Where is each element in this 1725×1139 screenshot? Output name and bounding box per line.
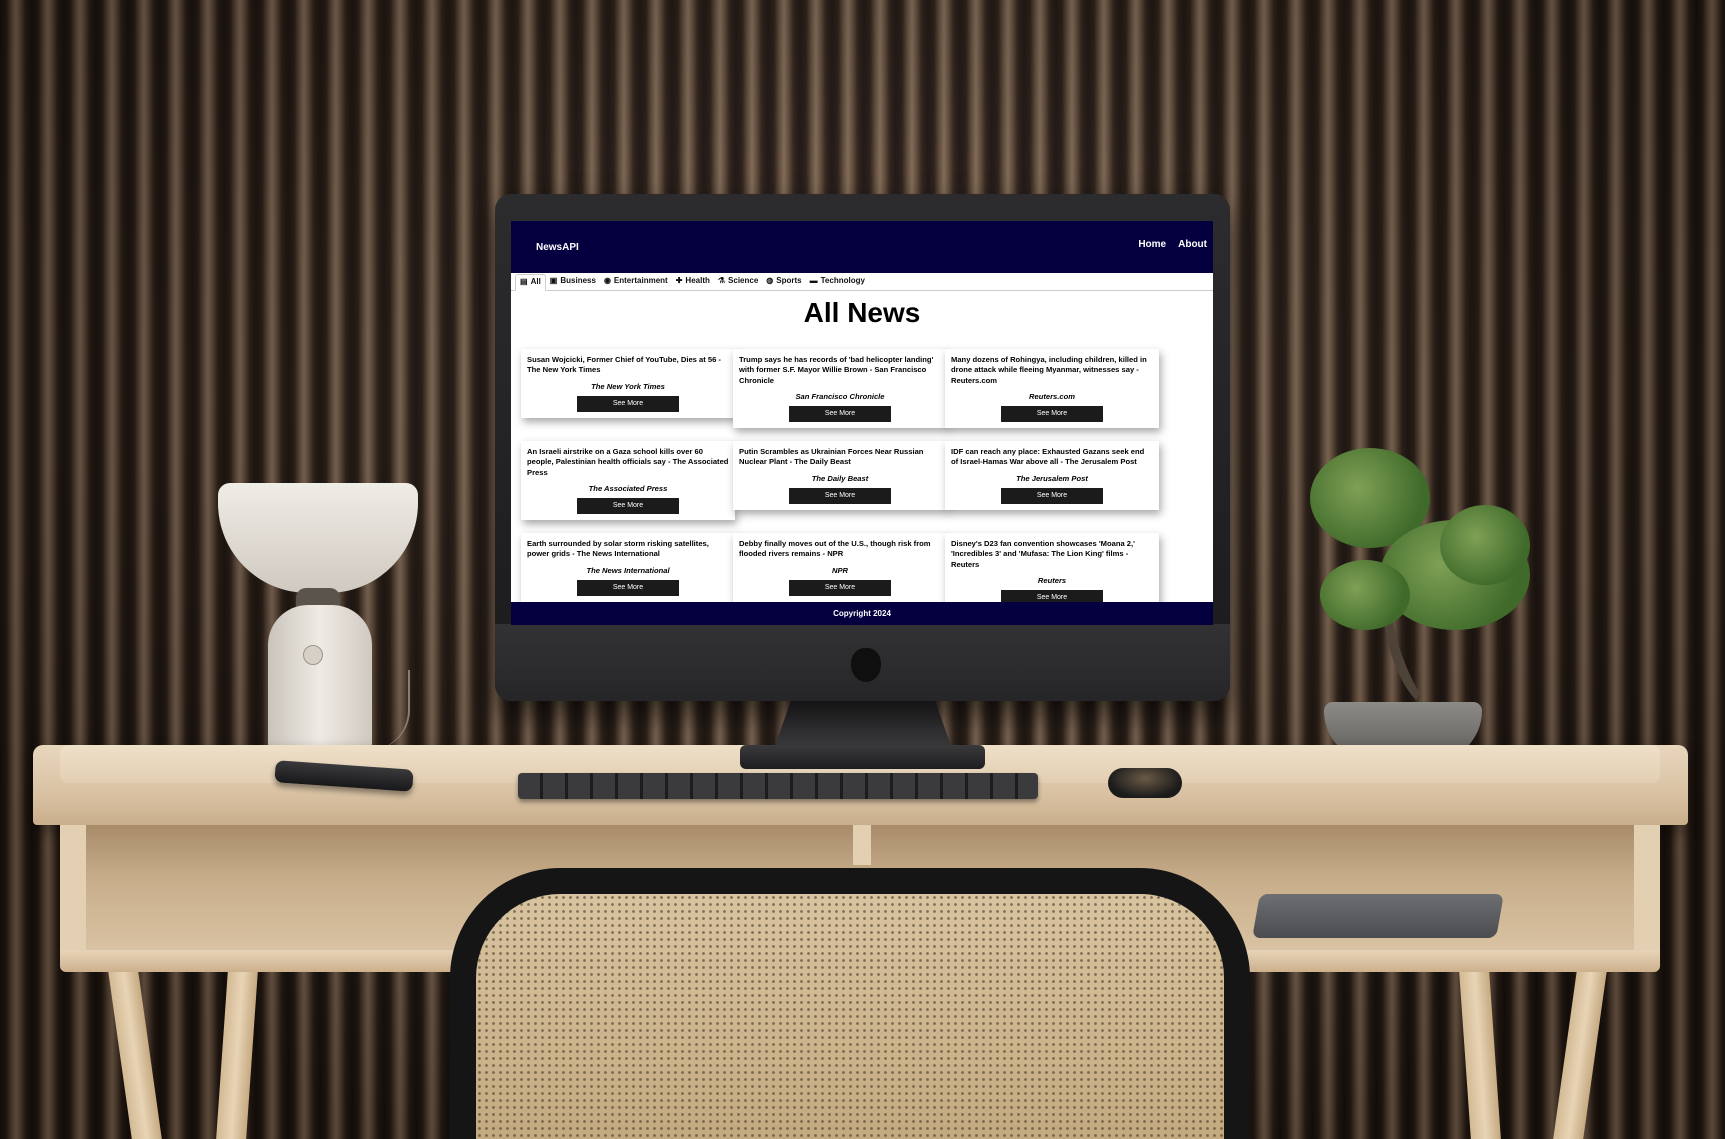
screen: NewsAPI Home About ▤ All ▣ Business ◉ Enterta…	[511, 221, 1213, 625]
tab-business[interactable]: ▣ Business	[546, 273, 600, 290]
news-card-title: IDF can reach any place: Exhausted Gazan…	[951, 447, 1145, 467]
bonsai-foliage	[1440, 505, 1530, 585]
see-more-button[interactable]: See More	[1001, 487, 1103, 504]
see-more-button[interactable]: See More	[789, 405, 891, 422]
tab-sports[interactable]: ◍ Sports	[762, 273, 805, 290]
news-card: Earth surrounded by solar storm risking …	[521, 533, 735, 602]
monitor-stand-base	[740, 745, 985, 769]
page-title: All News	[803, 297, 921, 328]
news-card-source: Reuters.com	[1028, 391, 1075, 401]
news-card-source: Reuters	[1037, 575, 1067, 585]
news-card: Disney's D23 fan convention showcases 'M…	[945, 533, 1159, 612]
news-card-title: Susan Wojcicki, Former Chief of YouTube,…	[527, 355, 721, 375]
tab-entertainment[interactable]: ◉ Entertainment	[600, 273, 672, 290]
news-card: Many dozens of Rohingya, including child…	[945, 349, 1159, 428]
brand-logo[interactable]: NewsAPI	[536, 242, 579, 253]
flask-icon: ⚗	[717, 276, 726, 285]
chair-back	[450, 868, 1250, 1139]
desk-divider	[853, 825, 871, 865]
tab-science[interactable]: ⚗ Science	[714, 273, 762, 290]
news-card-title: Debby finally moves out of the U.S., tho…	[739, 539, 931, 559]
ball-icon: ◍	[766, 276, 774, 285]
tab-label: Technology	[820, 276, 865, 285]
news-card: Susan Wojcicki, Former Chief of YouTube,…	[521, 349, 735, 418]
news-card: An Israeli airstrike on a Gaza school ki…	[521, 441, 735, 520]
see-more-button[interactable]: See More	[1001, 405, 1103, 422]
news-card-title: Earth surrounded by solar storm risking …	[527, 539, 709, 559]
see-more-button[interactable]: See More	[789, 579, 891, 596]
category-tabs: ▤ All ▣ Business ◉ Entertainment ✚ Health ⚗ Scien…	[511, 273, 1213, 291]
tab-label: Entertainment	[613, 276, 668, 285]
news-card-title: Putin Scrambles as Ukrainian Forces Near…	[739, 447, 924, 467]
tab-health[interactable]: ✚ Health	[672, 273, 714, 290]
tab-label: All	[530, 277, 541, 286]
tablet-device	[1252, 894, 1504, 938]
tab-technology[interactable]: ▬ Technology	[806, 273, 869, 290]
mouse	[1108, 768, 1182, 798]
see-more-button[interactable]: See More	[577, 395, 679, 412]
bonsai-foliage	[1320, 560, 1410, 630]
news-card-title: Disney's D23 fan convention showcases 'M…	[951, 539, 1135, 569]
nav-link-home[interactable]: Home	[1138, 239, 1166, 250]
footer: Copyright 2024	[511, 602, 1213, 625]
news-card: Trump says he has records of 'bad helico…	[733, 349, 947, 428]
monitor-icon: ▬	[809, 276, 818, 285]
tab-label: Business	[560, 276, 596, 285]
keyboard	[518, 773, 1038, 799]
tab-label: Health	[685, 276, 710, 285]
briefcase-icon: ▣	[549, 276, 558, 285]
apple-logo-icon	[851, 648, 881, 682]
news-card-source: San Francisco Chronicle	[795, 391, 885, 401]
news-card-source: The Associated Press	[588, 483, 668, 493]
news-card: IDF can reach any place: Exhausted Gazan…	[945, 441, 1159, 510]
news-card-title: Trump says he has records of 'bad helico…	[739, 355, 934, 385]
news-card-source: The News International	[586, 565, 670, 575]
news-card-source: NPR	[831, 565, 849, 575]
film-icon: ◉	[603, 276, 611, 285]
news-card-source: The Jerusalem Post	[1016, 473, 1088, 483]
navbar: NewsAPI Home About	[511, 221, 1213, 273]
tab-all[interactable]: ▤ All	[515, 274, 546, 291]
news-card: Putin Scrambles as Ukrainian Forces Near…	[733, 441, 947, 510]
newspaper-icon: ▤	[520, 277, 528, 286]
news-card-title: Many dozens of Rohingya, including child…	[951, 355, 1147, 385]
desk-lamp-knob	[303, 645, 323, 665]
nav-link-about[interactable]: About	[1178, 239, 1207, 250]
plus-icon: ✚	[675, 276, 683, 285]
see-more-button[interactable]: See More	[789, 487, 891, 504]
see-more-button[interactable]: See More	[577, 579, 679, 596]
desk-lamp-base	[268, 605, 372, 755]
news-card: Debby finally moves out of the U.S., tho…	[733, 533, 947, 602]
news-card-source: The New York Times	[591, 381, 665, 391]
tab-label: Sports	[776, 276, 802, 285]
news-card-source: The Daily Beast	[811, 473, 869, 483]
see-more-button[interactable]: See More	[577, 497, 679, 514]
news-card-title: An Israeli airstrike on a Gaza school ki…	[527, 447, 729, 477]
tab-label: Science	[728, 276, 759, 285]
nav-links: Home About	[1138, 239, 1207, 250]
monitor-stand-neck	[773, 701, 953, 751]
